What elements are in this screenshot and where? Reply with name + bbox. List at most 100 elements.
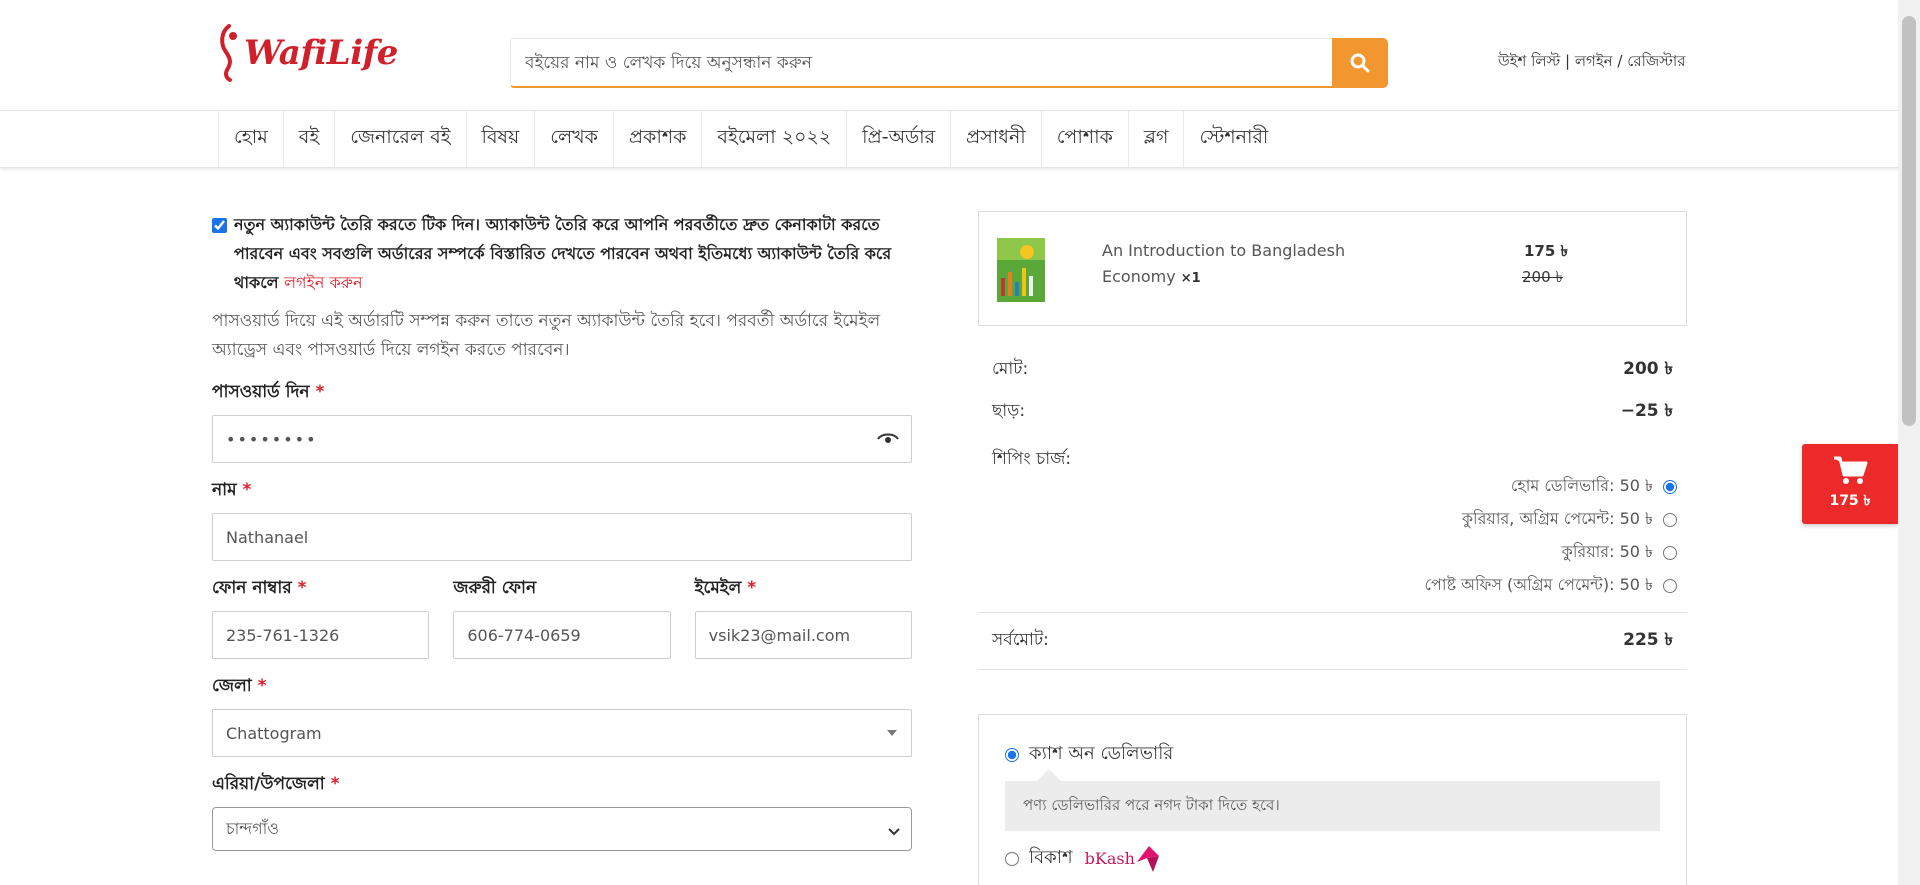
name-value: Nathanael: [226, 527, 309, 547]
email-group: ইমেইল * vsik23@mail.com: [694, 561, 912, 659]
nav-item-books[interactable]: বই: [282, 111, 334, 167]
shipping-option-home[interactable]: হোম ডেলিভারি: 50 ৳: [978, 470, 1677, 503]
payment-radio-cod[interactable]: [1005, 747, 1019, 762]
nav-item-pre-order[interactable]: প্রি-অর্ডার: [846, 111, 950, 167]
email-label: ইমেইল *: [695, 575, 912, 601]
alt-phone-value: 606-774-0659: [467, 625, 581, 645]
phone-value: 235-761-1326: [226, 625, 340, 645]
alt-phone-field[interactable]: 606-774-0659: [453, 611, 671, 659]
scrollbar-thumb[interactable]: [1902, 16, 1916, 426]
shipping-option-label: কুরিয়ার, অগ্রিম পেমেন্ট: 50 ৳: [1461, 509, 1653, 528]
link-slash: /: [1617, 52, 1623, 70]
nav-item-publishers[interactable]: প্রকাশক: [612, 111, 702, 167]
password-field[interactable]: ••••••••: [212, 415, 912, 463]
checkout-form: নতুন অ্যাকাউন্ট তৈরি করতে টিক দিন। অ্যাক…: [212, 210, 912, 851]
discount-value: −25 ৳: [1620, 401, 1673, 421]
nav-item-subjects[interactable]: বিষয়: [465, 111, 535, 167]
name-label: নাম *: [212, 477, 912, 503]
required-mark: *: [257, 676, 267, 696]
nav-item-general-books[interactable]: জেনারেল বই: [334, 111, 465, 167]
shipping-option-label: পোষ্ট অফিস (অগ্রিম পেমেন্ট): 50 ৳: [1424, 575, 1653, 594]
email-label-text: ইমেইল: [694, 578, 742, 598]
login-link[interactable]: লগইন: [1575, 52, 1613, 70]
create-account-notice: নতুন অ্যাকাউন্ট তৈরি করতে টিক দিন। অ্যাক…: [212, 210, 912, 297]
nav-list: হোম বই জেনারেল বই বিষয় লেখক প্রকাশক বইম…: [218, 111, 1283, 167]
payment-option-bkash[interactable]: বিকাশ bKash: [1005, 843, 1161, 874]
nav-item-cosmetics[interactable]: প্রসাধনী: [950, 111, 1041, 167]
book-cover-image[interactable]: [997, 238, 1045, 302]
shipping-radio-post-office[interactable]: [1663, 578, 1677, 593]
floating-cart-button[interactable]: 175 ৳: [1802, 444, 1898, 524]
district-select[interactable]: Chattogram: [212, 709, 912, 757]
page-scrollbar[interactable]: [1898, 0, 1920, 885]
shipping-option-post-office[interactable]: পোষ্ট অফিস (অগ্রিম পেমেন্ট): 50 ৳: [978, 569, 1677, 602]
alt-phone-label: জরুরী ফোন: [453, 575, 670, 601]
bkash-bird-icon: [1136, 845, 1159, 872]
discount-row: ছাড়: −25 ৳: [978, 398, 1687, 426]
shipping-radio-courier[interactable]: [1663, 545, 1677, 560]
payment-radio-bkash[interactable]: [1005, 851, 1019, 866]
payment-bkash-label: বিকাশ: [1029, 847, 1073, 868]
register-link[interactable]: রেজিস্টার: [1627, 52, 1685, 70]
shipping-radio-home[interactable]: [1663, 479, 1677, 494]
nav-item-blog[interactable]: ব্লগ: [1127, 111, 1184, 167]
cart-item-title-text: An Introduction to Bangladesh Economy: [1102, 241, 1346, 286]
email-field[interactable]: vsik23@mail.com: [694, 611, 912, 659]
create-account-checkbox[interactable]: [212, 218, 227, 233]
shipping-option-courier-advance[interactable]: কুরিয়ার, অগ্রিম পেমেন্ট: 50 ৳: [978, 503, 1677, 536]
phone-group: ফোন নাম্বার * 235-761-1326: [212, 561, 430, 659]
nav-item-home[interactable]: হোম: [218, 111, 283, 167]
totals-divider-bottom: [978, 669, 1687, 670]
eye-icon[interactable]: [877, 431, 899, 447]
area-select[interactable]: চান্দগাঁও: [212, 807, 912, 851]
discount-label: ছাড়:: [992, 401, 1026, 421]
shipping-option-label: হোম ডেলিভারি: 50 ৳: [1510, 476, 1653, 495]
wafilife-logo[interactable]: WafiLife: [218, 22, 398, 84]
required-mark: *: [747, 578, 757, 598]
name-field[interactable]: Nathanael: [212, 513, 912, 561]
required-mark: *: [315, 382, 325, 402]
cart-item-qty: ×1: [1180, 271, 1201, 286]
cod-note: পণ্য ডেলিভারির পরে নগদ টাকা দিতে হবে।: [1005, 781, 1660, 831]
payment-option-cod[interactable]: ক্যাশ অন ডেলিভারি: [1005, 739, 1173, 770]
shipping-radio-courier-advance[interactable]: [1663, 512, 1677, 527]
nav-item-book-fair[interactable]: বইমেলা ২০২২: [701, 111, 846, 167]
area-value: চান্দগাঁও: [226, 818, 280, 838]
notice-login-link[interactable]: লগইন করুন: [284, 273, 362, 292]
grand-total-value: 225 ৳: [1623, 630, 1673, 650]
search-icon: [1350, 53, 1370, 73]
password-label-text: পাসওয়ার্ড দিন: [212, 382, 310, 402]
caret-down-icon: [887, 730, 897, 736]
phone-field[interactable]: 235-761-1326: [212, 611, 430, 659]
district-label: জেলা *: [212, 673, 912, 699]
search-input[interactable]: [510, 38, 1332, 88]
area-label-text: এরিয়া/উপজেলা: [212, 774, 325, 794]
email-value: vsik23@mail.com: [708, 625, 851, 645]
password-info-text: পাসওয়ার্ড দিয়ে এই অর্ডারটি সম্পন্ন করু…: [212, 311, 881, 360]
chevron-down-icon: [888, 828, 900, 836]
search-button[interactable]: [1332, 38, 1388, 88]
district-value: Chattogram: [226, 723, 322, 743]
shipping-option-courier[interactable]: কুরিয়ার: 50 ৳: [978, 536, 1677, 569]
name-label-text: নাম: [212, 480, 237, 500]
cart-item-title[interactable]: An Introduction to Bangladesh Economy ×1: [1102, 238, 1352, 292]
required-mark: *: [330, 774, 340, 794]
payment-cod-label: ক্যাশ অন ডেলিভারি: [1029, 743, 1174, 764]
alt-phone-group: জরুরী ফোন 606-774-0659: [453, 561, 671, 659]
subtotal-value: 200 ৳: [1623, 359, 1673, 379]
contact-row: ফোন নাম্বার * 235-761-1326 জরুরী ফোন 606…: [212, 561, 912, 659]
search-bar: [510, 38, 1388, 88]
nav-item-stationery[interactable]: স্টেশনারী: [1183, 111, 1283, 167]
wishlist-link[interactable]: উইশ লিস্ট: [1498, 52, 1560, 70]
logo-text: WafiLife: [244, 33, 398, 73]
cart-icon: [1834, 456, 1868, 484]
main-nav: হোম বই জেনারেল বই বিষয় লেখক প্রকাশক বইম…: [0, 110, 1898, 168]
area-label: এরিয়া/উপজেলা *: [212, 771, 912, 797]
password-value: ••••••••: [226, 429, 318, 449]
nav-item-clothing[interactable]: পোশাক: [1040, 111, 1128, 167]
cart-item-price: 175 ৳: [1524, 242, 1569, 260]
nav-item-authors[interactable]: লেখক: [534, 111, 613, 167]
link-separator: |: [1565, 52, 1571, 70]
grand-total-label: সর্বমোট:: [992, 630, 1049, 650]
logo-mark-icon: [220, 24, 237, 82]
